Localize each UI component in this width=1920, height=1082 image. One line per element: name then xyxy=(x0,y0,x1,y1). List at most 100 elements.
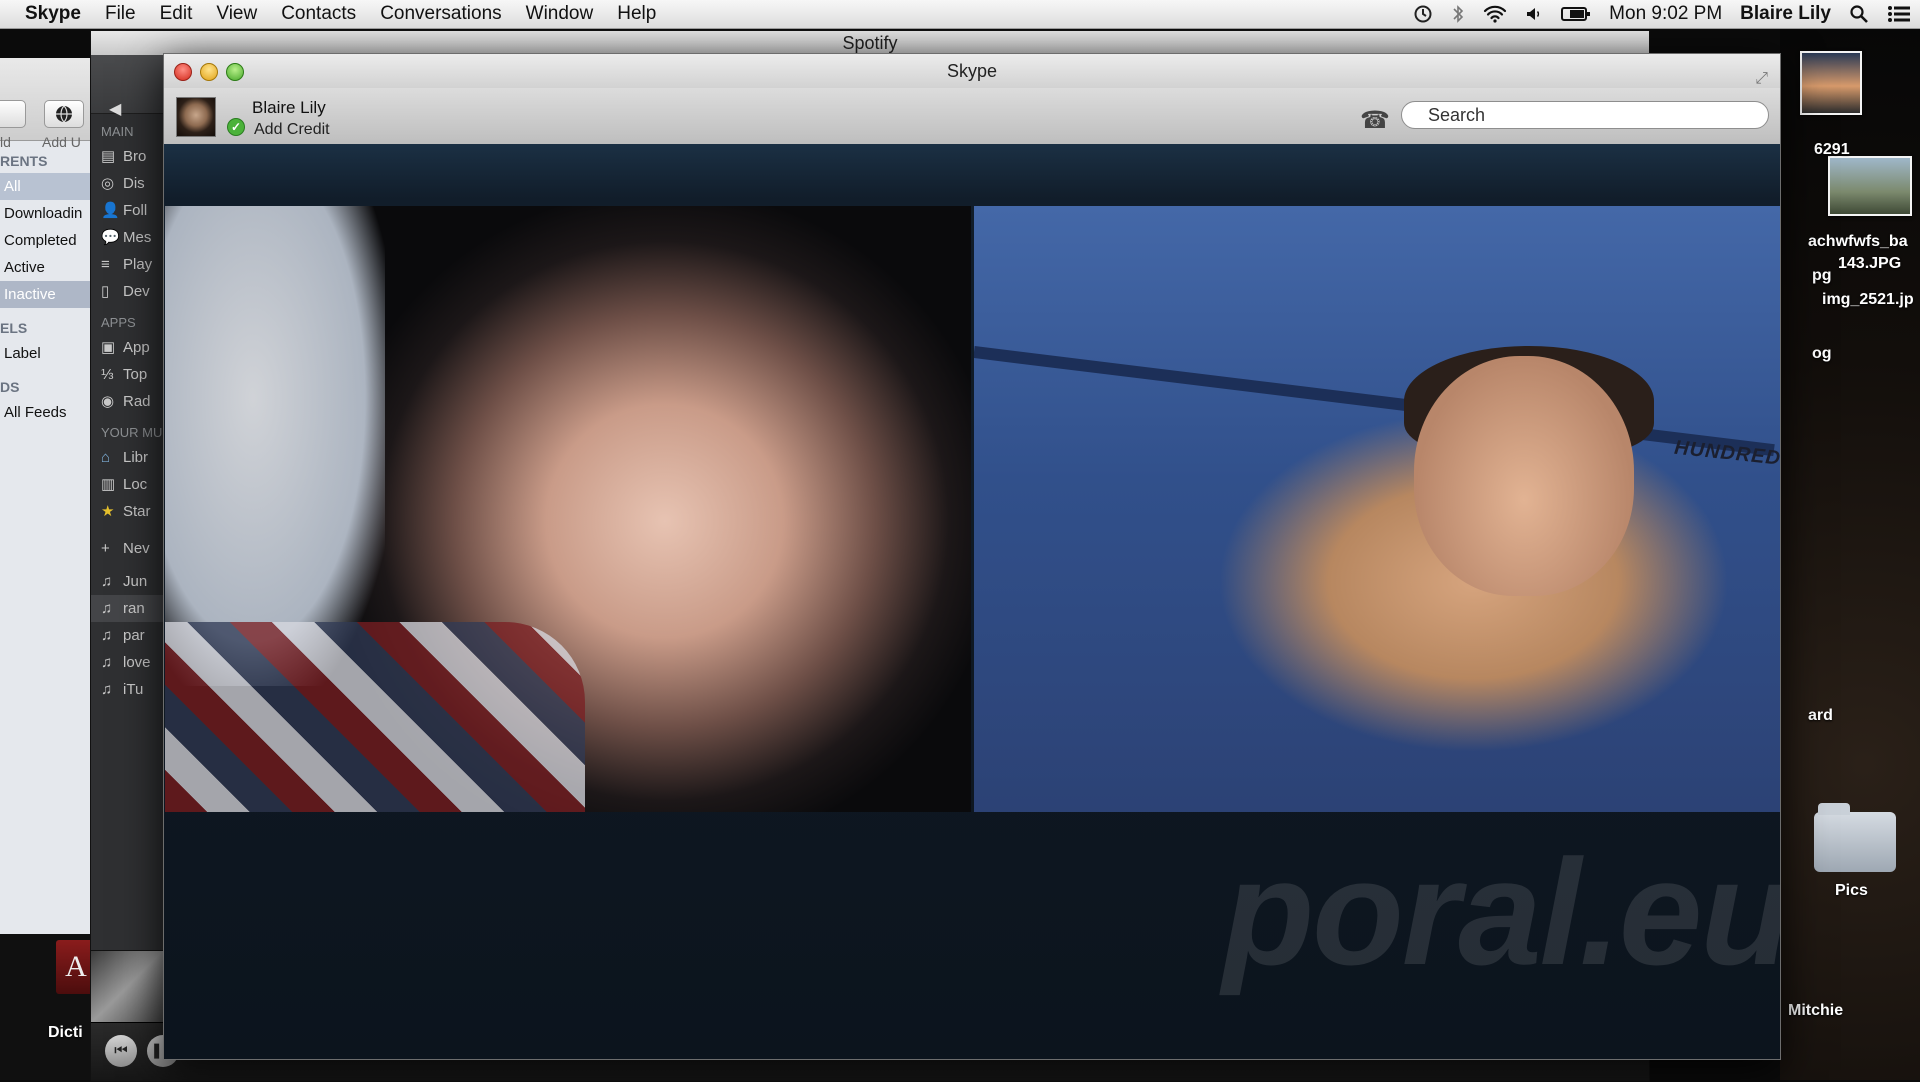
spotify-nav-local-files[interactable]: ▥ Loc xyxy=(91,471,163,498)
desktop-file-label[interactable]: og xyxy=(1812,345,1832,363)
menu-help[interactable]: Help xyxy=(605,3,668,25)
menu-app-skype[interactable]: Skype xyxy=(0,3,93,25)
video-person-head xyxy=(1414,356,1634,596)
spotify-nav-play-queue[interactable]: ≡ Play xyxy=(91,251,163,278)
music-note-icon: ♫ xyxy=(101,627,113,644)
torrent-toolbar-button[interactable] xyxy=(0,100,26,128)
spotify-nav-label: Mes xyxy=(123,229,152,246)
dock-label-dictionary: Dicti xyxy=(48,1024,83,1041)
desktop-file-label[interactable]: achwfwfs_ba xyxy=(1808,233,1908,251)
feeds-section-header: DS xyxy=(0,379,20,395)
menu-window[interactable]: Window xyxy=(514,3,606,25)
skype-window-title: Skype xyxy=(946,61,998,81)
minimize-window-button[interactable] xyxy=(200,63,218,81)
zoom-window-button[interactable] xyxy=(226,63,244,81)
desktop-file-label[interactable]: pg xyxy=(1812,267,1832,285)
spotify-playlist-item[interactable]: ♫ par xyxy=(91,622,163,649)
spotify-nav-label: Nev xyxy=(123,540,150,557)
skype-title-bar: Skype ⤢ xyxy=(164,54,1780,88)
spotify-nav-follow[interactable]: 👤 Foll xyxy=(91,197,163,224)
spotify-nav-toolbar: ◀ xyxy=(91,55,163,118)
dial-pad-phone-icon[interactable]: ☎ xyxy=(1360,106,1390,135)
menubar-user[interactable]: Blaire Lily xyxy=(1731,3,1840,25)
spotify-apps-header: APPS xyxy=(101,315,136,330)
torrent-toolbar: ld Add U xyxy=(0,58,92,150)
menu-conversations[interactable]: Conversations xyxy=(368,3,513,25)
spotify-nav-messages[interactable]: 💬 Mes xyxy=(91,224,163,251)
spotify-nav-label: Libr xyxy=(123,449,149,466)
spotify-nav-library[interactable]: ⌂ Libr xyxy=(91,444,163,471)
add-credit-link[interactable]: Add Credit xyxy=(254,121,330,139)
skype-toolbar: ✓ Blaire Lily Add Credit ☎ ⌕ xyxy=(164,88,1780,145)
music-note-icon: ♫ xyxy=(101,600,113,617)
torrent-filter-completed[interactable]: Completed xyxy=(0,227,92,254)
menu-file[interactable]: File xyxy=(93,3,148,25)
desktop-file-label[interactable]: 6291 xyxy=(1814,141,1850,159)
torrent-filter-all[interactable]: All xyxy=(0,173,92,200)
spotify-nav-browse[interactable]: ▤ Bro xyxy=(91,143,163,170)
spotify-nav-top-lists[interactable]: ⅓ Top xyxy=(91,361,163,388)
wifi-icon[interactable] xyxy=(1474,5,1516,23)
spotify-playlist-item[interactable]: ♫ ran xyxy=(91,595,163,622)
spotify-nav-label: Rad xyxy=(123,393,151,410)
desktop-file-label[interactable]: 143.JPG xyxy=(1838,255,1901,273)
menu-view[interactable]: View xyxy=(204,3,269,25)
skype-user-name[interactable]: Blaire Lily xyxy=(252,98,326,118)
radio-icon: ◉ xyxy=(101,393,115,410)
video-call-area: HUNDREDS T poral.eu xyxy=(164,144,1780,1059)
spotify-nav-label: Bro xyxy=(123,148,147,165)
desktop-file-label[interactable]: ard xyxy=(1808,707,1833,725)
spotify-new-playlist[interactable]: + Nev xyxy=(91,535,163,562)
spotify-playlist-label: par xyxy=(123,627,145,644)
previous-track-icon[interactable]: ⏮ xyxy=(105,1035,137,1067)
skype-search-input[interactable] xyxy=(1401,101,1769,129)
bluetooth-icon[interactable] xyxy=(1442,4,1474,24)
desktop-folder-label-pics[interactable]: Pics xyxy=(1835,882,1868,900)
people-icon: 👤 xyxy=(101,202,120,219)
menu-edit[interactable]: Edit xyxy=(148,3,205,25)
menu-extras: Mon 9:02 PM Blaire Lily xyxy=(1404,0,1920,28)
spotify-nav-discover[interactable]: ◎ Dis xyxy=(91,170,163,197)
volume-icon[interactable] xyxy=(1516,5,1552,23)
album-art[interactable] xyxy=(91,950,163,1023)
queue-icon: ≡ xyxy=(101,256,110,273)
spotify-nav-label: Top xyxy=(123,366,148,383)
menu-contacts[interactable]: Contacts xyxy=(269,3,368,25)
back-arrow-icon[interactable]: ◀ xyxy=(109,99,121,119)
spotlight-search-icon[interactable] xyxy=(1840,4,1878,24)
spotify-playlist-item[interactable]: ♫ iTu xyxy=(91,676,163,703)
close-window-button[interactable] xyxy=(174,63,192,81)
spotify-playlist-item[interactable]: ♫ Jun xyxy=(91,568,163,595)
battery-icon[interactable] xyxy=(1552,6,1600,22)
torrent-add-url-button[interactable] xyxy=(44,100,84,128)
music-note-icon: ♫ xyxy=(101,681,113,698)
user-avatar[interactable] xyxy=(176,97,216,137)
torrent-toolbar-label: ld xyxy=(0,134,11,150)
spotify-nav-devices[interactable]: ▯ Dev xyxy=(91,278,163,305)
pics-folder-icon[interactable] xyxy=(1814,803,1896,872)
torrent-label-item[interactable]: Label xyxy=(0,340,92,367)
torrent-filter-downloading[interactable]: Downloadin xyxy=(0,200,92,227)
spotify-nav-app-finder[interactable]: ▣ App xyxy=(91,334,163,361)
top-lists-icon: ⅓ xyxy=(101,366,114,383)
online-status-icon[interactable]: ✓ xyxy=(227,118,245,136)
notification-center-icon[interactable] xyxy=(1878,5,1920,23)
spotify-playlist-item[interactable]: ♫ love xyxy=(91,649,163,676)
torrent-filter-active[interactable]: Active xyxy=(0,254,92,281)
desktop-photo-thumbnail[interactable] xyxy=(1828,156,1912,216)
time-machine-icon[interactable] xyxy=(1404,4,1442,24)
desktop-file-label[interactable]: img_2521.jp xyxy=(1822,291,1914,309)
desktop-photo-thumbnail[interactable] xyxy=(1800,51,1862,115)
torrent-filter-inactive[interactable]: Inactive xyxy=(0,281,92,308)
remote-video-feed[interactable]: HUNDREDS T xyxy=(974,206,1780,812)
video-couch-edge xyxy=(974,346,1775,457)
torrent-all-feeds[interactable]: All Feeds xyxy=(0,399,92,426)
star-icon: ★ xyxy=(101,503,115,520)
spotify-nav-starred[interactable]: ★ Star xyxy=(91,498,163,525)
desktop-folder-label-mitchie[interactable]: Mitchie xyxy=(1788,1002,1843,1020)
local-video-feed[interactable] xyxy=(165,206,971,812)
spotify-window-title: Spotify xyxy=(842,33,898,53)
torrents-section-header: RENTS xyxy=(0,153,48,169)
menubar-datetime[interactable]: Mon 9:02 PM xyxy=(1600,3,1731,25)
spotify-nav-radio[interactable]: ◉ Rad xyxy=(91,388,163,415)
